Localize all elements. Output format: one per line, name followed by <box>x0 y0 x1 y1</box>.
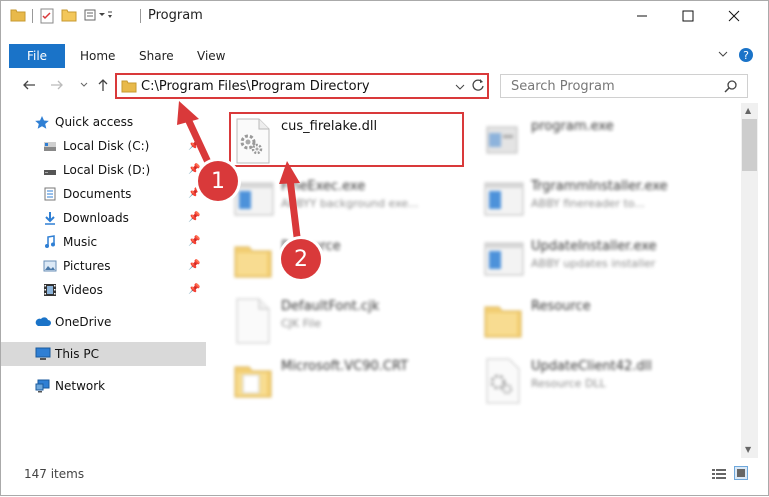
step-badge-2: 2 <box>281 239 321 279</box>
status-bar: 147 items <box>1 461 768 487</box>
annotation-arrows <box>177 101 302 249</box>
scrollbar-thumb[interactable] <box>742 119 757 171</box>
item-count: 147 items <box>24 467 85 481</box>
scroll-down-icon[interactable]: ▼ <box>745 445 751 454</box>
vertical-scrollbar[interactable]: ▲ ▼ <box>741 103 758 458</box>
scroll-up-icon[interactable]: ▲ <box>745 106 751 115</box>
details-view-icon[interactable] <box>712 468 726 483</box>
step-badge-1: 1 <box>198 161 238 201</box>
large-icons-view-icon[interactable] <box>734 466 748 480</box>
explorer-window: Program File Home Share View ? C:\Progra… <box>0 0 769 496</box>
